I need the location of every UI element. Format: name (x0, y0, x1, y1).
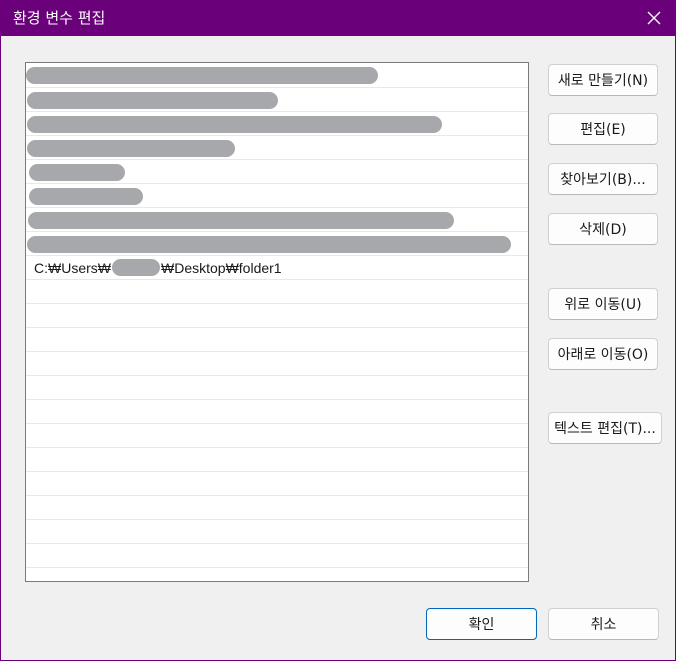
list-item[interactable]: C:₩Users₩ ₩Desktop₩folder1 (26, 256, 528, 280)
list-item[interactable] (26, 232, 528, 256)
list-item[interactable] (26, 184, 528, 208)
path-list[interactable]: C:₩Users₩ ₩Desktop₩folder1 (25, 62, 529, 582)
list-item-empty[interactable] (26, 472, 528, 496)
list-item-empty[interactable] (26, 520, 528, 544)
list-item[interactable] (26, 63, 528, 88)
title-bar[interactable]: 환경 변수 편집 (1, 0, 676, 36)
redacted-path (29, 164, 125, 181)
redacted-path (27, 140, 235, 157)
redacted-path (26, 67, 378, 84)
list-item[interactable] (26, 160, 528, 184)
list-item-empty[interactable] (26, 448, 528, 472)
list-item-empty[interactable] (26, 280, 528, 304)
list-item-empty[interactable] (26, 352, 528, 376)
delete-button[interactable]: 삭제(D) (548, 213, 658, 245)
redacted-path (28, 212, 454, 229)
list-item-empty[interactable] (26, 376, 528, 400)
close-icon (647, 11, 661, 25)
close-button[interactable] (631, 0, 676, 36)
browse-button[interactable]: 찾아보기(B)... (548, 163, 658, 195)
move-down-button[interactable]: 아래로 이동(O) (548, 338, 658, 370)
edit-button[interactable]: 편집(E) (548, 113, 658, 145)
new-button[interactable]: 새로 만들기(N) (548, 64, 658, 96)
redacted-path (29, 188, 143, 205)
redacted-username (112, 259, 160, 276)
window-title: 환경 변수 편집 (13, 9, 106, 27)
edit-environment-variable-dialog: 환경 변수 편집 C:₩Users₩ ₩Desktop₩folder1 새로 만… (0, 0, 676, 661)
list-item[interactable] (26, 136, 528, 160)
move-up-button[interactable]: 위로 이동(U) (548, 288, 658, 320)
list-item-empty[interactable] (26, 424, 528, 448)
ok-button[interactable]: 확인 (426, 608, 537, 640)
list-item[interactable] (26, 88, 528, 112)
path-prefix: C:₩Users₩ (34, 260, 111, 276)
list-item-empty[interactable] (26, 304, 528, 328)
redacted-path (27, 236, 511, 253)
redacted-path (27, 116, 442, 133)
edit-text-button[interactable]: 텍스트 편집(T)... (548, 412, 662, 444)
list-item[interactable] (26, 208, 528, 232)
list-item-empty[interactable] (26, 544, 528, 568)
list-item-empty[interactable] (26, 496, 528, 520)
list-item-empty[interactable] (26, 328, 528, 352)
list-item-empty[interactable] (26, 400, 528, 424)
path-suffix: ₩Desktop₩folder1 (161, 260, 282, 276)
path-text: C:₩Users₩ ₩Desktop₩folder1 (34, 256, 282, 280)
cancel-button[interactable]: 취소 (548, 608, 659, 640)
redacted-path (27, 92, 278, 109)
list-item[interactable] (26, 112, 528, 136)
